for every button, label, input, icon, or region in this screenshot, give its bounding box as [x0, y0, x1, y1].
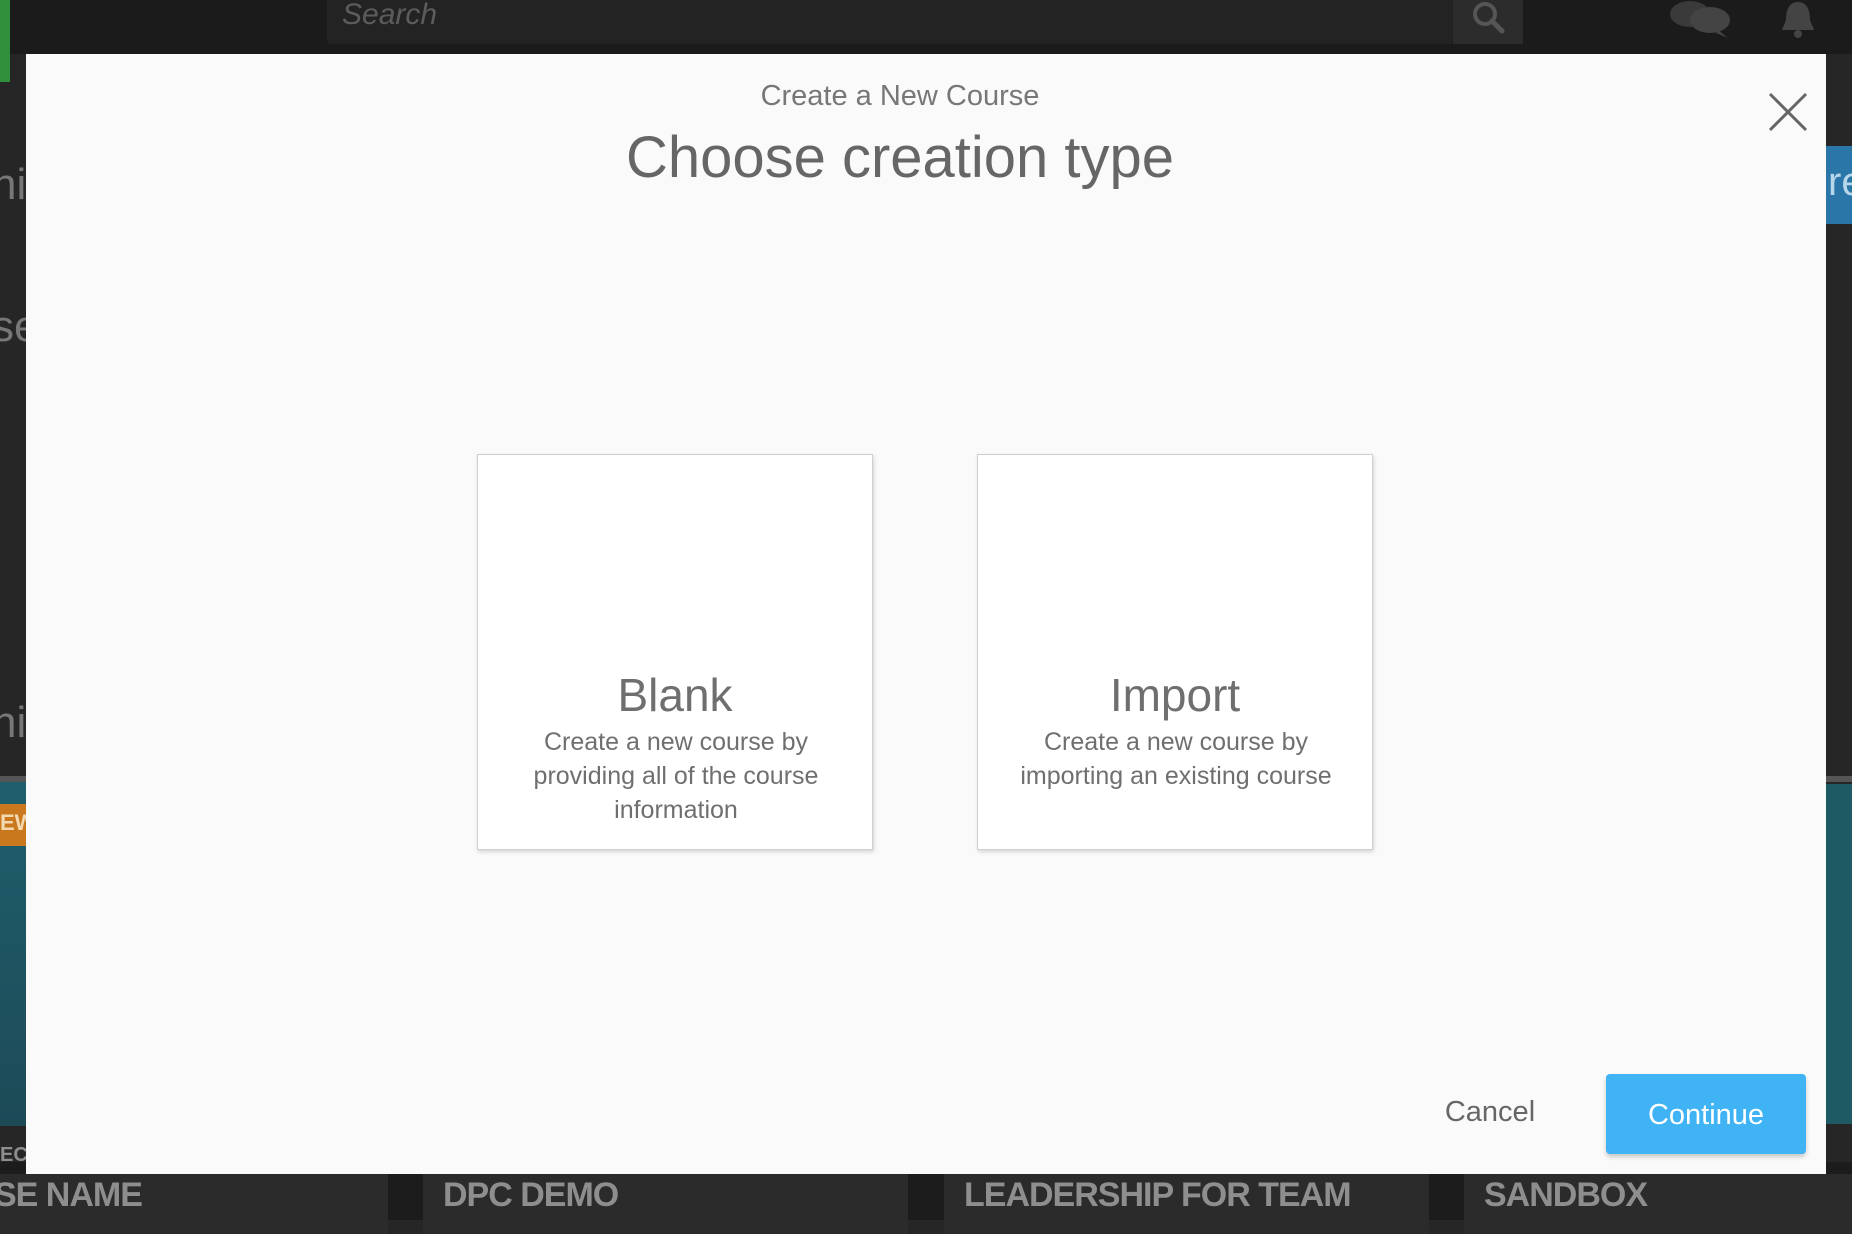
app-course-card-title-1: SE NAME [0, 1176, 143, 1214]
app-course-card-title-4: SANDBOX [1484, 1176, 1648, 1214]
app-brand-strip [0, 0, 10, 82]
app-course-card-sub: EC [0, 1144, 28, 1166]
app-search-placeholder: Search [342, 0, 438, 31]
continue-button[interactable]: Continue [1606, 1074, 1806, 1154]
blank-option-card[interactable]: Blank Create a new course by providing a… [477, 454, 873, 850]
app-right-button[interactable]: re [1826, 146, 1852, 224]
app-right-banner [1826, 784, 1852, 1124]
search-icon [1473, 2, 1505, 34]
import-option-title: Import [1109, 669, 1241, 721]
app-side-text-1: ni [0, 160, 27, 209]
blank-option-title: Blank [617, 669, 733, 721]
modal-subtitle: Create a New Course [760, 80, 1040, 112]
import-option-description: Create a new course by importing an exis… [1020, 728, 1332, 790]
app-course-card-title-3: LEADERSHIP FOR TEAM [964, 1176, 1352, 1214]
chat-icon[interactable] [1668, 0, 1732, 40]
modal-title: Choose creation type [625, 125, 1175, 190]
app-right-button-label: re [1828, 160, 1852, 204]
app-left-badge: EW [0, 804, 35, 846]
bell-icon[interactable] [1776, 0, 1820, 40]
app-side-text-3: ni [0, 698, 27, 747]
blank-option-description: Create a new course by providing all of … [533, 728, 819, 824]
app-search-button[interactable] [1453, 0, 1523, 44]
app-divider-right [1826, 776, 1852, 782]
cancel-button[interactable]: Cancel [1420, 1076, 1560, 1146]
app-search-field[interactable] [327, 0, 1453, 44]
app-course-card-title-2: DPC DEMO [443, 1176, 619, 1214]
create-course-modal: Create a New Course Choose creation type… [26, 54, 1826, 1174]
import-option-card[interactable]: Import Create a new course by importing … [977, 454, 1373, 850]
